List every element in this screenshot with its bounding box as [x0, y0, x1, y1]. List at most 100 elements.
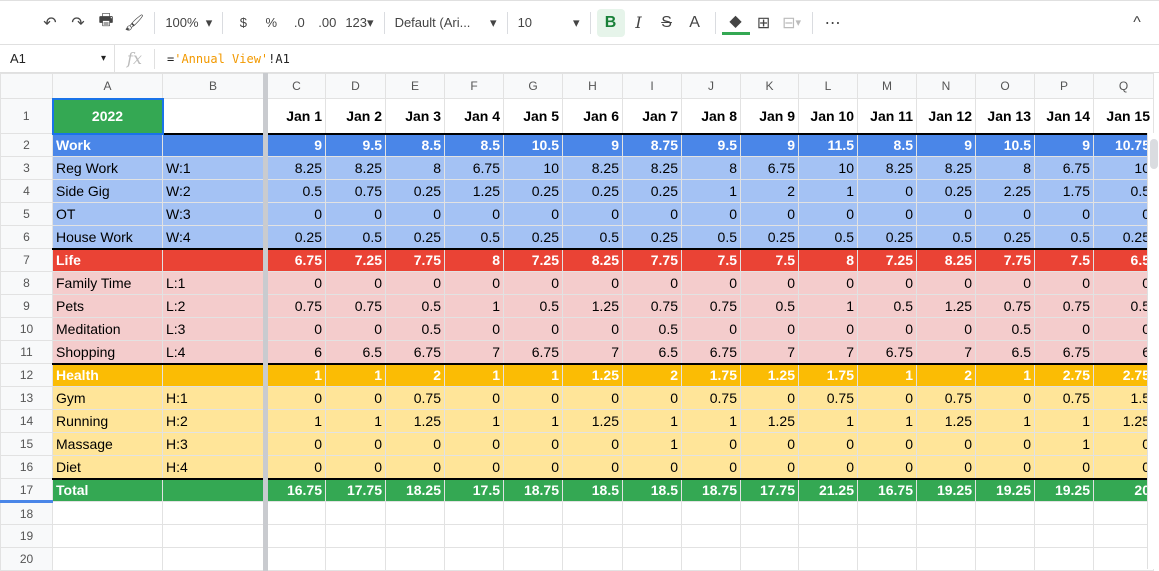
- value-cell[interactable]: 8: [681, 156, 741, 180]
- value-cell[interactable]: 0: [562, 317, 623, 341]
- empty-cell[interactable]: [503, 524, 563, 548]
- value-cell[interactable]: 8.5: [385, 133, 445, 157]
- value-cell[interactable]: 0.25: [857, 225, 917, 250]
- empty-cell[interactable]: [857, 547, 917, 571]
- value-cell[interactable]: 0: [622, 202, 682, 226]
- row-header[interactable]: 3: [0, 156, 53, 180]
- value-cell[interactable]: 6.75: [1034, 156, 1094, 180]
- value-cell[interactable]: 0: [975, 432, 1035, 456]
- value-cell[interactable]: 8: [444, 248, 504, 272]
- value-cell[interactable]: 6.5: [325, 340, 386, 365]
- value-cell[interactable]: 9: [916, 133, 976, 157]
- value-cell[interactable]: 0: [916, 432, 976, 456]
- value-cell[interactable]: 21.25: [798, 478, 858, 502]
- value-cell[interactable]: 0: [857, 455, 917, 480]
- value-cell[interactable]: 7.75: [385, 248, 445, 272]
- value-cell[interactable]: 0: [681, 317, 741, 341]
- value-cell[interactable]: 0: [444, 432, 504, 456]
- value-cell[interactable]: 0.25: [975, 225, 1035, 250]
- value-cell[interactable]: 0: [916, 455, 976, 480]
- empty-cell[interactable]: [975, 524, 1035, 548]
- empty-cell[interactable]: [622, 501, 682, 525]
- value-cell[interactable]: 1: [681, 179, 741, 203]
- row-header[interactable]: 11: [0, 340, 53, 364]
- empty-cell[interactable]: [503, 501, 563, 525]
- category-code-cell[interactable]: [162, 363, 268, 387]
- value-cell[interactable]: 0: [385, 271, 445, 295]
- value-cell[interactable]: 7.75: [975, 248, 1035, 272]
- value-cell[interactable]: 0.75: [1034, 386, 1094, 410]
- value-cell[interactable]: 6.75: [444, 156, 504, 180]
- value-cell[interactable]: 10.5: [975, 133, 1035, 157]
- empty-cell[interactable]: [562, 501, 623, 525]
- value-cell[interactable]: 1.5: [1093, 386, 1154, 410]
- value-cell[interactable]: 1: [265, 363, 326, 387]
- value-cell[interactable]: 0: [857, 386, 917, 410]
- value-cell[interactable]: 18.5: [622, 478, 682, 502]
- value-cell[interactable]: 0.25: [1093, 225, 1154, 250]
- value-cell[interactable]: 0: [562, 202, 623, 226]
- empty-cell[interactable]: [1093, 501, 1154, 525]
- value-cell[interactable]: 1: [265, 409, 326, 433]
- value-cell[interactable]: 18.75: [681, 478, 741, 502]
- value-cell[interactable]: 0: [740, 432, 799, 456]
- value-cell[interactable]: 0: [975, 271, 1035, 295]
- value-cell[interactable]: 18.25: [385, 478, 445, 502]
- row-header[interactable]: 5: [0, 202, 53, 226]
- date-header-cell[interactable]: Jan 10: [798, 98, 858, 135]
- empty-cell[interactable]: [1034, 547, 1094, 571]
- value-cell[interactable]: 0.5: [975, 317, 1035, 341]
- value-cell[interactable]: 6: [1093, 340, 1154, 365]
- empty-cell[interactable]: [52, 524, 163, 548]
- value-cell[interactable]: 8.25: [622, 156, 682, 180]
- value-cell[interactable]: 6.75: [265, 248, 326, 272]
- date-header-cell[interactable]: Jan 12: [916, 98, 976, 135]
- date-header-cell[interactable]: Jan 1: [265, 98, 326, 135]
- value-cell[interactable]: 2.25: [975, 179, 1035, 203]
- print-icon[interactable]: 🖶: [92, 9, 120, 37]
- value-cell[interactable]: 0.5: [503, 294, 563, 318]
- value-cell[interactable]: 7.5: [740, 248, 799, 272]
- value-cell[interactable]: 0.5: [798, 225, 858, 250]
- value-cell[interactable]: 1: [857, 363, 917, 387]
- text-color-button[interactable]: A: [681, 9, 709, 37]
- value-cell[interactable]: 1.25: [916, 409, 976, 433]
- value-cell[interactable]: 17.75: [740, 478, 799, 502]
- value-cell[interactable]: 1.75: [1034, 179, 1094, 203]
- empty-cell[interactable]: [265, 547, 326, 571]
- value-cell[interactable]: 2: [916, 363, 976, 387]
- value-cell[interactable]: 0: [325, 317, 386, 341]
- value-cell[interactable]: 17.5: [444, 478, 504, 502]
- value-cell[interactable]: 6.75: [385, 340, 445, 365]
- value-cell[interactable]: 0: [622, 386, 682, 410]
- row-header[interactable]: 20: [0, 547, 53, 571]
- date-header-cell[interactable]: Jan 3: [385, 98, 445, 135]
- empty-cell[interactable]: [622, 547, 682, 571]
- empty-cell[interactable]: [1034, 524, 1094, 548]
- date-header-cell[interactable]: Jan 5: [503, 98, 563, 135]
- row-header[interactable]: 1: [0, 98, 53, 134]
- increase-decimal-button[interactable]: .00: [313, 9, 341, 37]
- value-cell[interactable]: 11.5: [798, 133, 858, 157]
- value-cell[interactable]: 10: [1093, 156, 1154, 180]
- category-label-cell[interactable]: Health: [52, 363, 163, 387]
- value-cell[interactable]: 9.5: [681, 133, 741, 157]
- value-cell[interactable]: 0: [975, 386, 1035, 410]
- category-code-cell[interactable]: W:2: [162, 179, 268, 203]
- category-label-cell[interactable]: Total: [52, 478, 163, 502]
- redo-icon[interactable]: ↷: [64, 9, 92, 37]
- empty-cell[interactable]: [857, 501, 917, 525]
- value-cell[interactable]: 0: [444, 317, 504, 341]
- value-cell[interactable]: 0: [622, 271, 682, 295]
- value-cell[interactable]: 20: [1093, 478, 1154, 502]
- category-code-cell[interactable]: W:3: [162, 202, 268, 226]
- percent-button[interactable]: %: [257, 9, 285, 37]
- value-cell[interactable]: 0: [740, 455, 799, 480]
- value-cell[interactable]: 0.75: [1034, 294, 1094, 318]
- value-cell[interactable]: 0.5: [857, 294, 917, 318]
- value-cell[interactable]: 9: [1034, 133, 1094, 157]
- empty-cell[interactable]: [444, 501, 504, 525]
- column-header-I[interactable]: I: [622, 73, 682, 99]
- value-cell[interactable]: 0: [503, 202, 563, 226]
- empty-cell[interactable]: [503, 547, 563, 571]
